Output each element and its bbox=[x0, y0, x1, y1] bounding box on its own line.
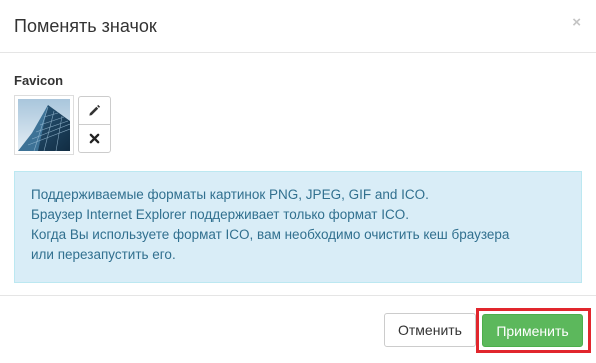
cancel-button[interactable]: Отменить bbox=[384, 313, 476, 347]
info-line: Браузер Internet Explorer поддерживает т… bbox=[31, 207, 409, 222]
favicon-label: Favicon bbox=[14, 73, 64, 88]
times-icon bbox=[89, 133, 100, 144]
apply-button[interactable]: Применить bbox=[482, 314, 583, 347]
info-line: Когда Вы используете формат ICO, вам нео… bbox=[31, 227, 510, 242]
formats-info-alert: Поддерживаемые форматы картинок PNG, JPE… bbox=[14, 171, 582, 283]
favicon-preview bbox=[14, 95, 74, 155]
dialog-title: Поменять значок bbox=[14, 16, 157, 36]
remove-favicon-button[interactable] bbox=[78, 124, 111, 153]
dialog-header: Поменять значок × bbox=[0, 0, 596, 53]
info-line: или перезапустить его. bbox=[31, 247, 176, 262]
edit-favicon-button[interactable] bbox=[78, 96, 111, 125]
pencil-icon bbox=[89, 104, 101, 116]
close-icon[interactable]: × bbox=[572, 15, 581, 31]
info-line: Поддерживаемые форматы картинок PNG, JPE… bbox=[31, 187, 429, 202]
building-image bbox=[18, 99, 70, 151]
